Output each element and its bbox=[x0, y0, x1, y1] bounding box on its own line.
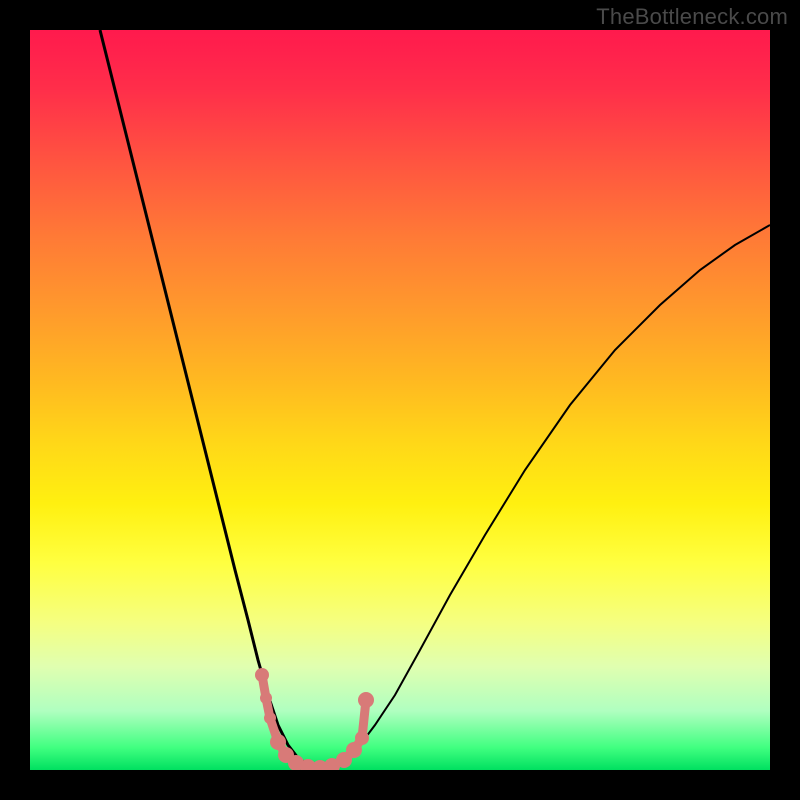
marker-dot bbox=[358, 692, 374, 708]
watermark-text: TheBottleneck.com bbox=[596, 4, 788, 30]
marker-dot bbox=[255, 668, 269, 682]
plot-area bbox=[30, 30, 770, 770]
chart-frame: TheBottleneck.com bbox=[0, 0, 800, 800]
marker-dot bbox=[260, 692, 272, 704]
left-curve bbox=[100, 30, 318, 768]
right-curve bbox=[318, 225, 770, 768]
marker-dot bbox=[355, 731, 369, 745]
marker-dot bbox=[264, 712, 276, 724]
curves-svg bbox=[30, 30, 770, 770]
